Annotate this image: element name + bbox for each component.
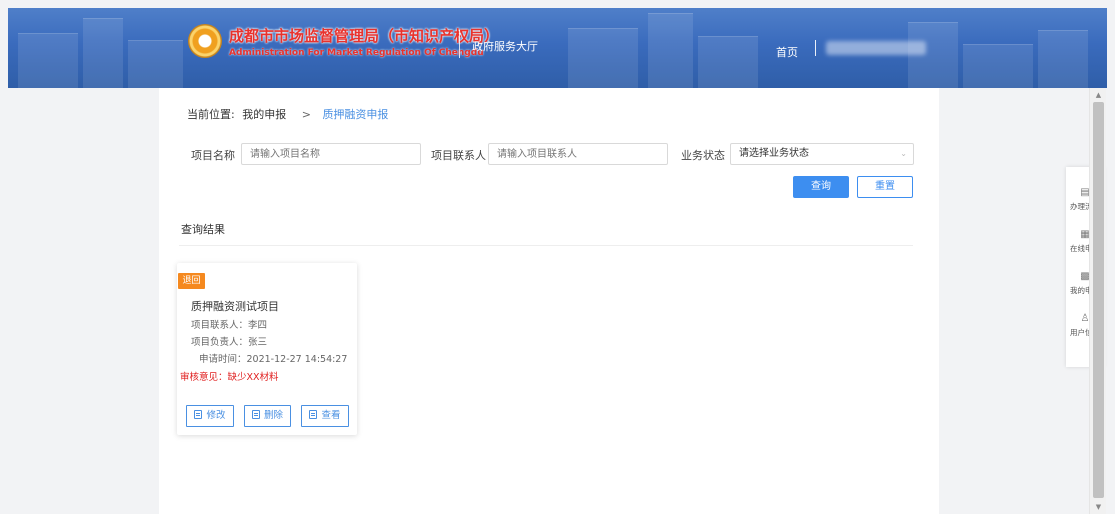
breadcrumb: 当前位置: 我的申报 > 质押融资申报 <box>187 106 392 122</box>
status-badge: 退回 <box>178 273 205 289</box>
breadcrumb-prefix: 当前位置: <box>187 108 235 121</box>
project-name-input[interactable] <box>241 143 421 165</box>
scroll-down-arrow-icon[interactable]: ▼ <box>1090 500 1107 514</box>
scroll-thumb[interactable] <box>1093 102 1104 498</box>
card-title: 质押融资测试项目 <box>191 300 279 313</box>
card-owner: 项目负责人：张三 <box>191 337 268 348</box>
view-label: 查看 <box>321 410 341 421</box>
service-hall-link[interactable]: 政府服务大厅 <box>472 38 538 54</box>
scroll-up-arrow-icon[interactable]: ▲ <box>1090 88 1107 102</box>
business-status-select[interactable]: 请选择业务状态 ⌄ <box>730 143 914 165</box>
header-divider <box>459 30 460 58</box>
results-divider <box>179 245 913 246</box>
edit-label: 修改 <box>206 410 226 421</box>
document-icon <box>309 410 318 419</box>
chevron-down-icon: ⌄ <box>900 149 907 158</box>
header-divider-2 <box>815 40 816 56</box>
result-card: 退回 质押融资测试项目 项目联系人：李四 项目负责人：张三 申请时间：2021-… <box>177 263 357 435</box>
results-title: 查询结果 <box>181 223 225 236</box>
project-name-label: 项目名称 <box>191 149 235 162</box>
card-contact: 项目联系人：李四 <box>191 320 268 331</box>
project-contact-label: 项目联系人 <box>431 149 486 162</box>
org-name-en: Administration For Market Regulation Of … <box>229 48 484 58</box>
username-blurred[interactable] <box>826 41 926 55</box>
view-button[interactable]: 查看 <box>301 405 349 427</box>
card-apply-time: 申请时间：2021-12-27 14:54:27 <box>199 354 348 365</box>
vertical-scrollbar[interactable]: ▲ ▼ <box>1089 88 1106 514</box>
breadcrumb-my-apply[interactable]: 我的申报 <box>242 108 286 121</box>
card-review-opinion: 审核意见：缺少XX材料 <box>180 372 279 383</box>
reset-button[interactable]: 重置 <box>857 176 913 198</box>
query-button[interactable]: 查询 <box>793 176 849 198</box>
document-icon <box>251 410 260 419</box>
breadcrumb-separator: > <box>301 108 311 121</box>
main-panel: 当前位置: 我的申报 > 质押融资申报 项目名称 项目联系人 业务状态 请选择业… <box>159 88 939 514</box>
business-status-value: 请选择业务状态 <box>739 148 809 159</box>
project-contact-input[interactable] <box>488 143 668 165</box>
org-logo-icon <box>188 24 222 58</box>
header-banner: 成都市市场监督管理局（市知识产权局） Administration For Ma… <box>8 8 1107 88</box>
document-icon <box>194 410 203 419</box>
home-link[interactable]: 首页 <box>776 44 798 60</box>
edit-button[interactable]: 修改 <box>186 405 234 427</box>
delete-button[interactable]: 删除 <box>244 405 291 427</box>
delete-label: 删除 <box>263 410 283 421</box>
breadcrumb-current: 质押融资申报 <box>322 108 389 121</box>
business-status-label: 业务状态 <box>681 149 725 162</box>
